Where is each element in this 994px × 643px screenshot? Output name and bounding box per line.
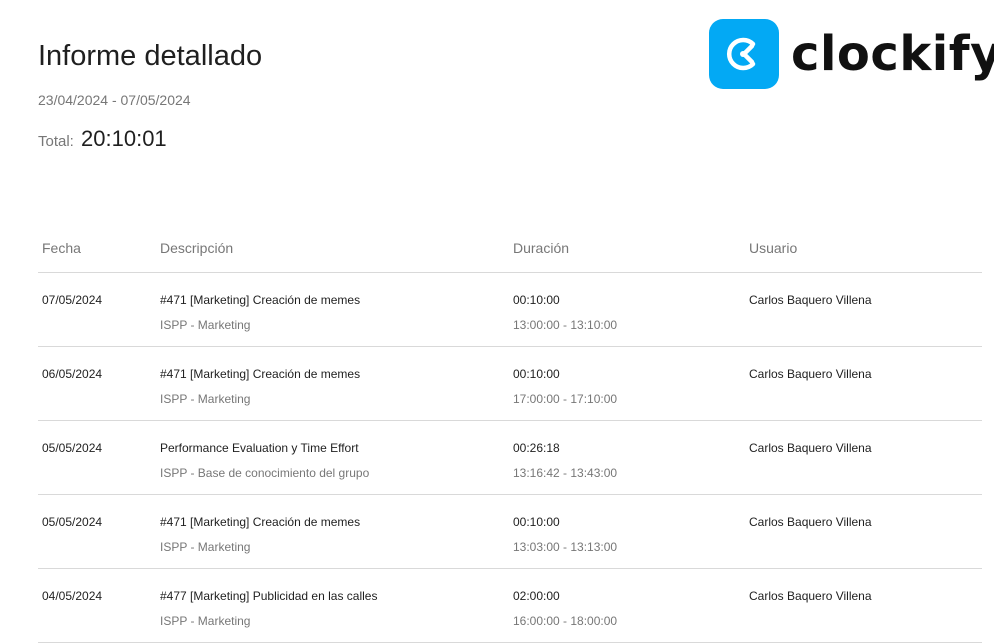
- entries-table: Fecha Descripción Duración Usuario 07/05…: [38, 226, 982, 643]
- report-title: Informe detallado: [38, 40, 263, 72]
- entry-description: #471 [Marketing] Creación de memes: [160, 367, 361, 381]
- table-row[interactable]: 04/05/2024 #477 [Marketing] Publicidad en…: [38, 569, 982, 643]
- entry-description: #471 [Marketing] Creación de memes: [160, 293, 361, 307]
- header-duracion[interactable]: Duración: [513, 240, 569, 256]
- entry-date: 04/05/2024: [42, 589, 103, 603]
- header-usuario[interactable]: Usuario: [749, 240, 797, 256]
- entry-duration: 00:10:00: [513, 293, 560, 307]
- entry-user: Carlos Baquero Villena: [749, 293, 872, 307]
- table-row[interactable]: 05/05/2024 Performance Evaluation y Time …: [38, 421, 982, 495]
- entry-project: ISPP - Marketing: [160, 614, 251, 628]
- table-row[interactable]: 06/05/2024 #471 [Marketing] Creación de m…: [38, 347, 982, 421]
- entry-project: ISPP - Marketing: [160, 540, 251, 554]
- entry-project: ISPP - Marketing: [160, 318, 251, 332]
- logo-wordmark: clockify: [791, 26, 994, 82]
- entry-user: Carlos Baquero Villena: [749, 367, 872, 381]
- entry-time-range: 13:03:00 - 13:13:00: [513, 540, 618, 554]
- date-range: 23/04/2024 - 07/05/2024: [38, 92, 191, 108]
- entry-duration: 00:10:00: [513, 367, 560, 381]
- entry-user: Carlos Baquero Villena: [749, 515, 872, 529]
- header-descripcion[interactable]: Descripción: [160, 240, 233, 256]
- entry-description: #477 [Marketing] Publicidad en las calle…: [160, 589, 378, 603]
- table-row[interactable]: 05/05/2024 #471 [Marketing] Creación de m…: [38, 495, 982, 569]
- entry-description: Performance Evaluation y Time Effort: [160, 441, 359, 455]
- clockify-logo-icon: [709, 19, 779, 89]
- total-summary: Total: 20:10:01: [38, 126, 167, 152]
- entry-user: Carlos Baquero Villena: [749, 589, 872, 603]
- entry-time-range: 17:00:00 - 17:10:00: [513, 392, 618, 406]
- entry-date: 05/05/2024: [42, 441, 103, 455]
- entry-user: Carlos Baquero Villena: [749, 441, 872, 455]
- header-fecha[interactable]: Fecha: [42, 240, 81, 256]
- entry-project: ISPP - Marketing: [160, 392, 251, 406]
- entry-time-range: 16:00:00 - 18:00:00: [513, 614, 618, 628]
- entry-duration: 02:00:00: [513, 589, 560, 603]
- entry-duration: 00:10:00: [513, 515, 560, 529]
- entry-time-range: 13:00:00 - 13:10:00: [513, 318, 618, 332]
- entry-date: 05/05/2024: [42, 515, 103, 529]
- clockify-logo: clockify: [709, 18, 994, 90]
- total-label: Total:: [38, 133, 74, 150]
- table-row[interactable]: 07/05/2024 #471 [Marketing] Creación de m…: [38, 273, 982, 347]
- entry-time-range: 13:16:42 - 13:43:00: [513, 466, 618, 480]
- entry-project: ISPP - Base de conocimiento del grupo: [160, 466, 370, 480]
- table-header: Fecha Descripción Duración Usuario: [38, 226, 982, 273]
- entry-date: 06/05/2024: [42, 367, 103, 381]
- total-value: 20:10:01: [81, 126, 167, 151]
- entry-date: 07/05/2024: [42, 293, 103, 307]
- entry-description: #471 [Marketing] Creación de memes: [160, 515, 361, 529]
- entry-duration: 00:26:18: [513, 441, 560, 455]
